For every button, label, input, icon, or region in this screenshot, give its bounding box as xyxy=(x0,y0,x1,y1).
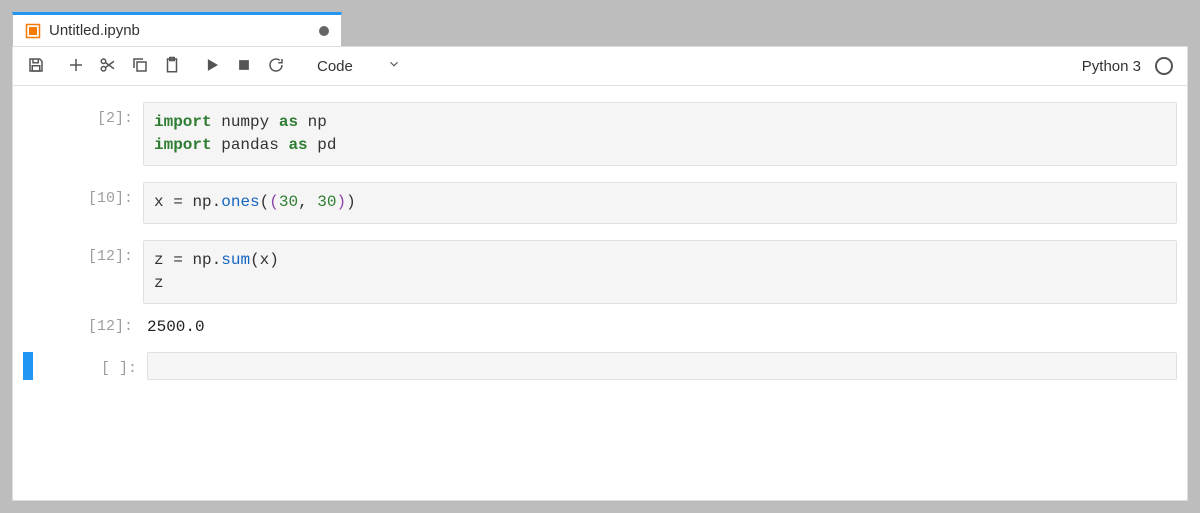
toolbar: Code Python 3 xyxy=(12,46,1188,86)
tab-title: Untitled.ipynb xyxy=(49,22,311,39)
save-icon xyxy=(27,56,45,77)
copy-icon xyxy=(131,56,149,77)
input-prompt: [ ]: xyxy=(37,352,147,377)
code-editor[interactable]: x = np.ones((30, 30)) xyxy=(143,182,1177,223)
code-editor[interactable] xyxy=(147,352,1177,380)
kernel-indicator: Python 3 xyxy=(1082,57,1179,75)
input-prompt: [2]: xyxy=(33,102,143,127)
notebook-window: Untitled.ipynb xyxy=(12,12,1188,501)
cut-button[interactable] xyxy=(93,51,123,81)
clipboard-icon xyxy=(163,56,181,77)
run-button[interactable] xyxy=(197,51,227,81)
code-editor[interactable]: import numpy as np import pandas as pd xyxy=(143,102,1177,166)
output-text: 2500.0 xyxy=(143,310,1177,336)
cell-type-label: Code xyxy=(317,58,353,75)
code-cell[interactable]: [2]: import numpy as np import pandas as… xyxy=(23,102,1177,166)
stop-icon xyxy=(235,56,253,77)
tab-dirty-indicator xyxy=(319,26,329,36)
notebook-area: [2]: import numpy as np import pandas as… xyxy=(12,86,1188,501)
kernel-name[interactable]: Python 3 xyxy=(1082,58,1141,75)
play-icon xyxy=(203,56,221,77)
output-row: [12]: 2500.0 xyxy=(23,310,1177,336)
code-cell[interactable]: [12]: z = np.sum(x) z xyxy=(23,240,1177,304)
save-button[interactable] xyxy=(21,51,51,81)
refresh-icon xyxy=(267,56,285,77)
insert-cell-button[interactable] xyxy=(61,51,91,81)
kernel-status-icon[interactable] xyxy=(1155,57,1173,75)
notebook-file-icon xyxy=(25,23,41,39)
tab-untitled[interactable]: Untitled.ipynb xyxy=(12,12,342,46)
chevron-down-icon xyxy=(387,57,401,75)
code-cell[interactable]: [10]: x = np.ones((30, 30)) xyxy=(23,182,1177,223)
copy-button[interactable] xyxy=(125,51,155,81)
scissors-icon xyxy=(99,56,117,77)
restart-button[interactable] xyxy=(261,51,291,81)
input-prompt: [10]: xyxy=(33,182,143,207)
paste-button[interactable] xyxy=(157,51,187,81)
code-editor[interactable]: z = np.sum(x) z xyxy=(143,240,1177,304)
interrupt-button[interactable] xyxy=(229,51,259,81)
tab-strip: Untitled.ipynb xyxy=(12,12,1188,46)
code-cell[interactable]: [ ]: xyxy=(23,352,1177,380)
output-prompt: [12]: xyxy=(33,310,143,335)
cell-type-select[interactable]: Code xyxy=(311,55,407,77)
plus-icon xyxy=(67,56,85,77)
active-cell-marker xyxy=(23,352,33,380)
input-prompt: [12]: xyxy=(33,240,143,265)
